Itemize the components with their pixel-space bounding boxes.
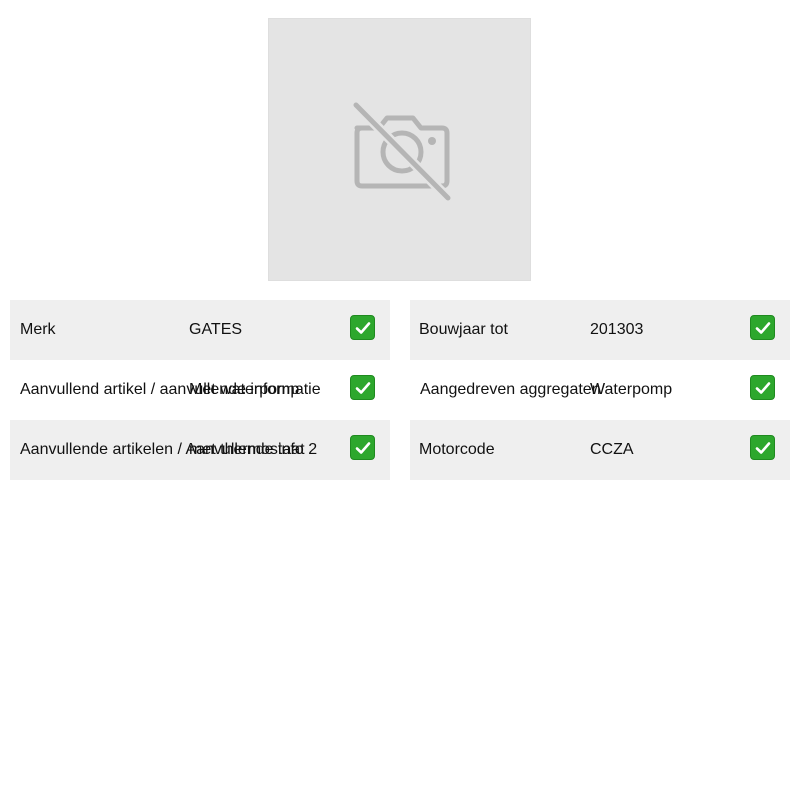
check-icon [350, 315, 375, 340]
spec-label: Aangedreven aggregaten [420, 381, 601, 398]
spec-label: Merk [20, 321, 56, 338]
spec-row: Motorcode CCZA [410, 420, 790, 480]
spec-label: Motorcode [419, 441, 495, 458]
spec-row: Bouwjaar tot 201303 [410, 300, 790, 360]
spec-label: Bouwjaar tot [419, 321, 508, 338]
product-image-placeholder [268, 18, 531, 281]
spec-value: CCZA [590, 441, 634, 458]
spec-row: Merk GATES [10, 300, 390, 360]
spec-row: Aangedreven aggregaten Waterpomp [410, 360, 790, 420]
check-icon [750, 435, 775, 460]
spec-row: Aanvullend artikel / aanvullende informa… [10, 360, 390, 420]
check-icon [750, 375, 775, 400]
check-icon [350, 435, 375, 460]
check-icon [750, 315, 775, 340]
no-photo-camera-icon [350, 99, 453, 203]
spec-value: 201303 [590, 321, 644, 338]
spec-value: GATES [189, 321, 243, 338]
product-page: Merk GATES Aanvullend artikel / aanvulle… [0, 0, 800, 800]
spec-row: Aanvullende artikelen / Aanvullende info… [10, 420, 390, 480]
spec-value: Met waterpomp [189, 381, 300, 398]
check-icon [350, 375, 375, 400]
spec-table-left: Merk GATES Aanvullend artikel / aanvulle… [10, 300, 390, 480]
spec-value: Waterpomp [590, 381, 673, 398]
spec-value: met thermostaat [189, 441, 305, 458]
spec-table-right: Bouwjaar tot 201303 Aangedreven aggregat… [410, 300, 790, 480]
